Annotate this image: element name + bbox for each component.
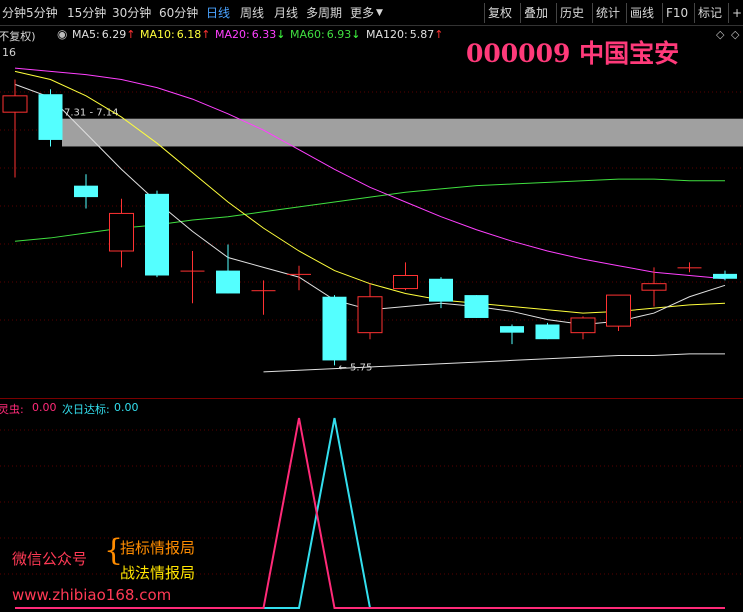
watermark-site: www.zhibiao168.com [12, 586, 172, 604]
gap-band [62, 118, 743, 147]
indicator-value: 0.00 [32, 401, 57, 414]
candle-body [677, 267, 702, 269]
pane-divider[interactable] [0, 398, 743, 399]
gap-band-label: 7.31 - 7.14 [64, 108, 119, 119]
candle-body [641, 283, 667, 291]
watermark-line1: 指标情报局 [120, 539, 196, 557]
candle-body [393, 275, 418, 290]
candle-body [38, 94, 63, 140]
candle-body [145, 193, 169, 276]
indicator-name: 灵虫: [0, 403, 24, 416]
candle-body [180, 270, 205, 272]
candle-body [2, 95, 28, 113]
price-chart[interactable]: 7.31 - 7.14 ← 5.75 [0, 0, 743, 612]
indicator-next-value: 0.00 [114, 401, 139, 414]
candle-body [464, 295, 489, 318]
candle-body [74, 185, 98, 198]
ma10-line [14, 70, 726, 314]
wechat-label: 微信公众号 [12, 550, 88, 568]
candle-body [109, 212, 134, 252]
candle-body [606, 294, 631, 327]
candle-body [357, 296, 383, 334]
watermark-line2: 战法情报局 [120, 564, 196, 582]
candle-body [713, 273, 737, 279]
candle-body [429, 278, 453, 302]
candle-body [322, 296, 347, 361]
candle-body [287, 273, 311, 275]
low-price-label: ← 5.75 [339, 362, 373, 373]
candle-body [500, 326, 524, 333]
candle-body [251, 290, 276, 292]
indicator-next-label: 次日达标: [62, 403, 110, 416]
candle-body [216, 270, 240, 294]
candle-body [570, 317, 596, 334]
candle-body [535, 324, 560, 340]
